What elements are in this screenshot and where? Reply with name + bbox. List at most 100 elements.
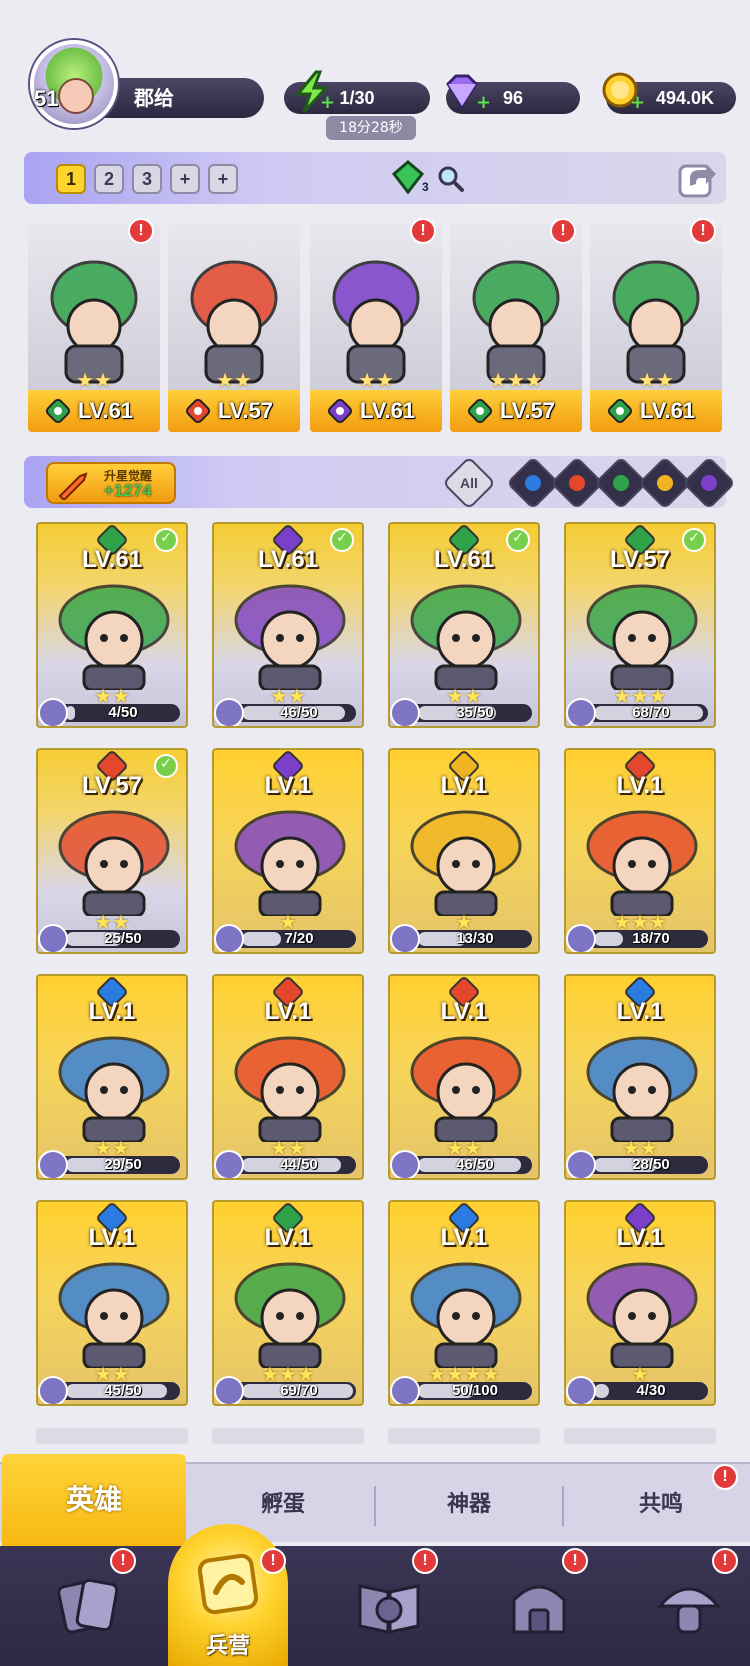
tab-artifact[interactable]: 神器: [394, 1480, 544, 1530]
add-gold-button[interactable]: +: [630, 94, 645, 112]
tab-hero[interactable]: 英雄: [2, 1454, 186, 1546]
hero-card[interactable]: LV.1 ★★★★ 50/100: [388, 1200, 540, 1406]
star-awaken-button[interactable]: 升星觉醒 +1274: [46, 462, 176, 504]
add-team-button[interactable]: +: [208, 164, 238, 194]
hero-portrait: [58, 810, 170, 916]
hero-level: LV.1: [88, 998, 136, 1025]
hero-card[interactable]: ✓ LV.61 ★★ 4/50: [36, 522, 188, 728]
hero-card[interactable]: LV.1 ★★ 45/50: [36, 1200, 188, 1406]
dark-element-icon: [701, 475, 717, 491]
cards-icon: [57, 1578, 119, 1634]
hero-alert-badge: !: [410, 218, 436, 244]
camp-emblem-icon: [197, 1553, 259, 1615]
magnifier-icon[interactable]: [436, 164, 466, 194]
add-energy-button[interactable]: +: [320, 94, 335, 112]
tab-hatch[interactable]: 孵蛋: [208, 1480, 358, 1530]
team-slot-1[interactable]: 1: [56, 164, 86, 194]
fragment-progress: 50/100: [390, 1376, 532, 1404]
hero-card[interactable]: LV.1 ★ 4/30: [564, 1200, 716, 1406]
next-row-peek: [388, 1428, 540, 1444]
hero-card[interactable]: ✓ LV.57 ★★★ 68/70: [564, 522, 716, 728]
fragment-progress: 4/50: [38, 698, 180, 726]
hero-card[interactable]: ✓ LV.57 ★★ 25/50: [36, 748, 188, 954]
wind-element-icon: [613, 475, 629, 491]
lineup-hero-card[interactable]: ★★ LV.61: [28, 224, 160, 432]
fragment-icon: [566, 1376, 596, 1404]
nav-mushroom[interactable]: [628, 1560, 748, 1660]
hero-portrait: [472, 260, 560, 384]
hero-portrait: [586, 584, 698, 690]
camp-alert-badge: !: [260, 1548, 286, 1574]
hero-portrait: [234, 1036, 346, 1142]
hero-level: LV.1: [264, 998, 312, 1025]
hero-alert-badge: !: [128, 218, 154, 244]
player-avatar[interactable]: [30, 40, 118, 128]
hero-portrait: [586, 810, 698, 916]
filter-dark-button[interactable]: [682, 456, 736, 510]
fragment-progress: 13/30: [390, 924, 532, 952]
wind-element-icon: [607, 398, 633, 424]
player-level: 51: [34, 86, 59, 111]
nav-book[interactable]: [328, 1560, 448, 1660]
awaken-sword-icon: [58, 472, 88, 500]
lineup-hero-card[interactable]: ★★ LV.61: [310, 224, 442, 432]
temple-icon: [512, 1585, 566, 1634]
filter-all-button[interactable]: All: [442, 456, 496, 510]
tab-divider: [562, 1486, 564, 1526]
team-selector-bar: 1 2 3 + + 3: [24, 152, 726, 204]
fragment-progress: 28/50: [566, 1150, 708, 1178]
lineup-hero-card[interactable]: ★★★ LV.57: [450, 224, 582, 432]
light-element-icon: [657, 475, 673, 491]
hero-card[interactable]: LV.1 ★ 13/30: [388, 748, 540, 954]
resonance-alert-badge: !: [712, 1464, 738, 1490]
fragment-progress: 44/50: [214, 1150, 356, 1178]
hero-card[interactable]: LV.1 ★★ 28/50: [564, 974, 716, 1180]
add-team-button[interactable]: +: [170, 164, 200, 194]
next-row-peek: [36, 1428, 188, 1444]
hero-card[interactable]: LV.1 ★★★ 69/70: [212, 1200, 364, 1406]
share-icon[interactable]: [676, 156, 720, 200]
team-slot-2[interactable]: 2: [94, 164, 124, 194]
hero-card[interactable]: LV.1 ★ 7/20: [212, 748, 364, 954]
hero-card[interactable]: LV.1 ★★ 44/50: [212, 974, 364, 1180]
lineup-hero-card[interactable]: ★★ LV.57: [168, 224, 300, 432]
nav-camp[interactable]: 兵营: [168, 1524, 288, 1666]
book-icon: [358, 1584, 420, 1634]
fragment-icon: [566, 698, 596, 726]
awaken-value: +1274: [104, 481, 152, 500]
nav-camp-label: 兵营: [205, 1634, 250, 1659]
hero-level: LV.61: [81, 546, 143, 573]
fragment-icon: [214, 924, 244, 952]
hero-alert-badge: !: [690, 218, 716, 244]
fragment-progress: 25/50: [38, 924, 180, 952]
hero-level: LV.1: [616, 1224, 664, 1251]
team-slot-3[interactable]: 3: [132, 164, 162, 194]
fragment-progress: 18/70: [566, 924, 708, 952]
nav-cards[interactable]: [28, 1560, 148, 1660]
nav-temple[interactable]: [478, 1560, 598, 1660]
hero-portrait: [234, 584, 346, 690]
hero-card[interactable]: ✓ LV.61 ★★ 46/50: [212, 522, 364, 728]
fragment-icon: [38, 924, 68, 952]
tab-resonance[interactable]: 共鸣: [586, 1480, 736, 1530]
hero-portrait: [234, 810, 346, 916]
hero-card[interactable]: ✓ LV.61 ★★ 35/50: [388, 522, 540, 728]
water-element-icon: [525, 475, 541, 491]
fragment-progress: 68/70: [566, 698, 708, 726]
hero-card[interactable]: LV.1 ★★ 29/50: [36, 974, 188, 1180]
hero-stars: ★★: [76, 368, 112, 392]
fragment-count: 25/50: [104, 930, 142, 947]
dark-element-icon: [327, 398, 353, 424]
green-gem-icon: [391, 160, 425, 195]
hero-portrait: [410, 1262, 522, 1368]
hero-card[interactable]: LV.1 ★★ 46/50: [388, 974, 540, 1180]
add-gems-button[interactable]: +: [476, 94, 491, 112]
lineup-hero-card[interactable]: ★★ LV.61: [590, 224, 722, 432]
fragment-count: 35/50: [456, 704, 494, 721]
fragment-progress: 7/20: [214, 924, 356, 952]
hero-portrait: [58, 584, 170, 690]
hero-portrait: [234, 1262, 346, 1368]
hero-portrait: [58, 1036, 170, 1142]
next-row-peek: [564, 1428, 716, 1444]
hero-card[interactable]: LV.1 ★★★ 18/70: [564, 748, 716, 954]
